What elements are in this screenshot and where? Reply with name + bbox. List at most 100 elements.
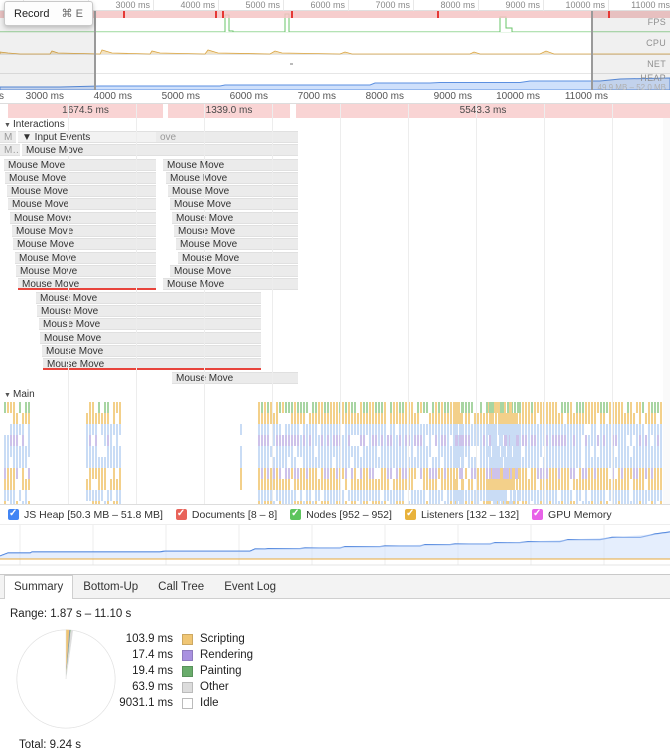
interaction-event[interactable]: Mouse Move <box>178 252 298 264</box>
flame-bar[interactable] <box>396 479 399 490</box>
flame-bar[interactable] <box>342 468 345 479</box>
flame-bar[interactable] <box>471 424 474 435</box>
flame-bar[interactable] <box>276 413 279 424</box>
flame-bar[interactable] <box>363 413 366 424</box>
flame-bar[interactable] <box>483 446 486 457</box>
flame-bar[interactable] <box>552 435 555 446</box>
flame-bar[interactable] <box>423 402 426 413</box>
flame-bar[interactable] <box>555 457 558 468</box>
flame-bar[interactable] <box>429 446 432 457</box>
flame-bar[interactable] <box>369 457 372 468</box>
flame-bar[interactable] <box>651 468 654 479</box>
flame-bar[interactable] <box>636 424 639 435</box>
flame-bar[interactable] <box>555 402 558 413</box>
flame-bar[interactable] <box>279 435 282 446</box>
flame-bar[interactable] <box>300 435 303 446</box>
flame-bar[interactable] <box>327 435 330 446</box>
flame-bar[interactable] <box>7 468 9 479</box>
flame-bar[interactable] <box>86 479 88 490</box>
flame-bar[interactable] <box>441 435 444 446</box>
flame-bar[interactable] <box>516 435 519 446</box>
flame-bar[interactable] <box>657 479 660 490</box>
flame-bar[interactable] <box>576 424 579 435</box>
flame-bar[interactable] <box>639 479 642 490</box>
flame-bar[interactable] <box>525 446 528 457</box>
flame-bar[interactable] <box>501 457 504 468</box>
flame-bar[interactable] <box>516 457 519 468</box>
flame-bar[interactable] <box>486 424 489 435</box>
flame-bar[interactable] <box>342 413 345 424</box>
flame-bar[interactable] <box>567 424 570 435</box>
flame-bar[interactable] <box>240 457 242 468</box>
flame-bar[interactable] <box>261 446 264 457</box>
flame-bar[interactable] <box>453 435 456 446</box>
flame-bar[interactable] <box>282 479 285 490</box>
flame-bar[interactable] <box>636 479 639 490</box>
flame-bar[interactable] <box>615 490 618 501</box>
flame-bar[interactable] <box>28 468 30 479</box>
flame-bar[interactable] <box>657 435 660 446</box>
flame-bar[interactable] <box>654 435 657 446</box>
flame-bar[interactable] <box>309 424 312 435</box>
flame-bar[interactable] <box>387 490 390 501</box>
flame-bar[interactable] <box>570 490 573 501</box>
flame-bar[interactable] <box>387 468 390 479</box>
flame-bar[interactable] <box>441 413 444 424</box>
flame-bar[interactable] <box>366 468 369 479</box>
flame-bar[interactable] <box>291 435 294 446</box>
flame-bar[interactable] <box>540 446 543 457</box>
flame-bar[interactable] <box>4 468 6 479</box>
flame-bar[interactable] <box>279 424 282 435</box>
flame-bar[interactable] <box>4 402 6 413</box>
flame-bar[interactable] <box>22 435 24 446</box>
flame-bar[interactable] <box>264 402 267 413</box>
flame-bar[interactable] <box>7 435 9 446</box>
flame-bar[interactable] <box>534 468 537 479</box>
flame-bar[interactable] <box>28 479 30 490</box>
flame-bar[interactable] <box>615 479 618 490</box>
flame-bar[interactable] <box>420 468 423 479</box>
flame-bar[interactable] <box>309 457 312 468</box>
flame-bar[interactable] <box>429 479 432 490</box>
checkbox-checked-icon[interactable] <box>404 507 416 520</box>
flame-bar[interactable] <box>345 446 348 457</box>
flame-bar[interactable] <box>609 490 612 501</box>
flame-bar[interactable] <box>639 402 642 413</box>
flame-bar[interactable] <box>402 446 405 457</box>
flame-bar[interactable] <box>282 490 285 501</box>
flame-bar[interactable] <box>564 468 567 479</box>
flame-bar[interactable] <box>390 457 393 468</box>
flame-bar[interactable] <box>525 402 528 413</box>
flame-bar[interactable] <box>534 457 537 468</box>
flame-bar[interactable] <box>342 402 345 413</box>
flame-bar[interactable] <box>342 446 345 457</box>
flame-bar[interactable] <box>597 402 600 413</box>
flame-bar[interactable] <box>101 479 103 490</box>
flame-bar[interactable] <box>447 435 450 446</box>
flame-bar[interactable] <box>618 446 621 457</box>
flame-bar[interactable] <box>525 479 528 490</box>
flame-bar[interactable] <box>267 424 270 435</box>
flame-bar[interactable] <box>369 490 372 501</box>
flame-bar[interactable] <box>576 490 579 501</box>
flame-bar[interactable] <box>10 435 12 446</box>
flame-bar[interactable] <box>621 446 624 457</box>
flame-bar[interactable] <box>540 424 543 435</box>
flame-bar[interactable] <box>603 468 606 479</box>
flame-bar[interactable] <box>594 479 597 490</box>
flame-bar[interactable] <box>486 490 489 501</box>
flame-bar[interactable] <box>489 468 492 479</box>
flame-bar[interactable] <box>399 413 402 424</box>
flame-bar[interactable] <box>606 424 609 435</box>
interaction-event[interactable]: Mouse Move <box>37 305 261 317</box>
flame-bar[interactable] <box>104 468 106 479</box>
flame-bar[interactable] <box>309 479 312 490</box>
flame-bar[interactable] <box>116 457 118 468</box>
flame-bar[interactable] <box>351 413 354 424</box>
flame-bar[interactable] <box>483 490 486 501</box>
flame-bar[interactable] <box>498 457 501 468</box>
flame-bar[interactable] <box>624 413 627 424</box>
flame-bar[interactable] <box>594 468 597 479</box>
flame-bar[interactable] <box>264 424 267 435</box>
flame-bar[interactable] <box>423 479 426 490</box>
